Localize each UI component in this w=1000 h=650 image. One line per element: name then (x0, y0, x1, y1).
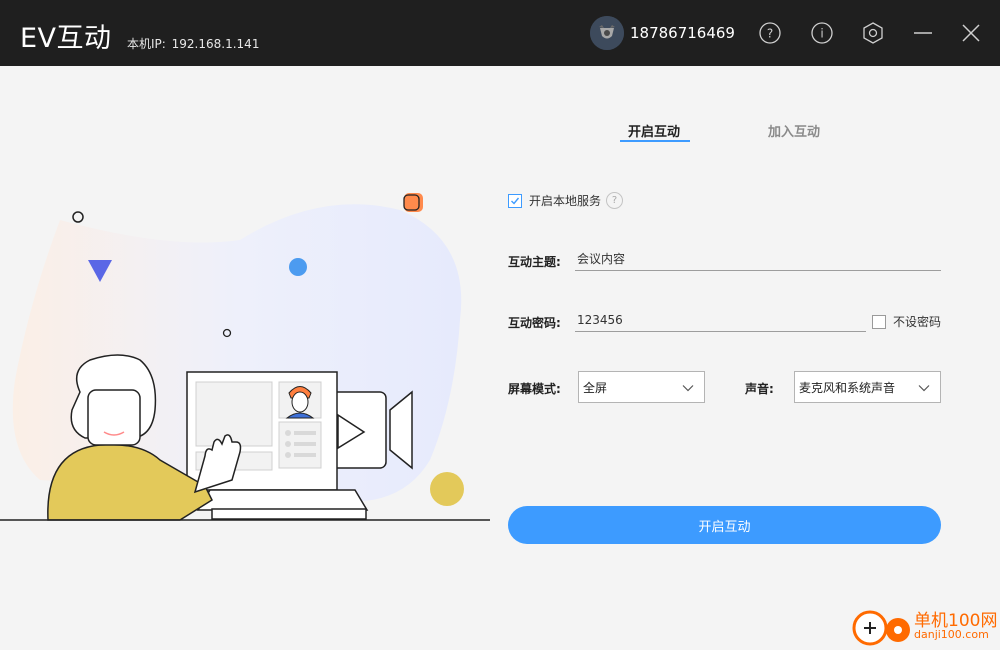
local-service-checkbox[interactable] (508, 193, 522, 208)
watermark-logo-icon (852, 610, 910, 646)
decor-dot-icon (289, 258, 307, 276)
minimize-button[interactable] (910, 20, 936, 46)
password-label: 互动密码: (508, 316, 561, 330)
app-title: EV互动 (20, 23, 112, 54)
close-icon (962, 24, 980, 42)
no-password-row: 不设密码 (872, 313, 941, 330)
settings-button[interactable] (860, 20, 886, 46)
sound-value: 麦克风和系统声音 (799, 380, 896, 395)
avatar[interactable] (590, 16, 624, 50)
decor-yellow-dot-icon (430, 472, 464, 506)
sound-select[interactable]: 麦克风和系统声音 (794, 371, 941, 403)
tab-start-interaction[interactable]: 开启互动 (628, 121, 680, 140)
close-button[interactable] (958, 20, 984, 46)
decor-ring-icon (72, 211, 84, 223)
local-ip: 本机IP: 192.168.1.141 (127, 35, 259, 52)
help-button[interactable]: ? (757, 20, 783, 46)
chevron-down-icon (682, 385, 694, 392)
topic-label: 互动主题: (508, 255, 561, 269)
ip-value: 192.168.1.141 (171, 37, 260, 51)
screen-mode-select[interactable]: 全屏 (578, 371, 705, 403)
screen-mode-label: 屏幕模式: (508, 382, 561, 396)
help-glyph: ? (767, 27, 773, 41)
start-interaction-button[interactable]: 开启互动 (508, 506, 941, 544)
no-password-checkbox[interactable] (872, 314, 886, 329)
info-button[interactable]: i (809, 20, 835, 46)
checkmark-icon (511, 197, 520, 205)
ip-label: 本机IP: (127, 37, 166, 51)
decor-square-icon (404, 193, 423, 212)
info-icon: i (811, 22, 833, 44)
help-icon: ? (759, 22, 781, 44)
topic-input[interactable] (575, 251, 941, 271)
screen-mode-value: 全屏 (583, 380, 608, 395)
help-icon[interactable]: ? (606, 192, 624, 209)
chevron-down-icon (918, 385, 930, 392)
settings-icon (863, 22, 883, 44)
title-bar: EV互动 本机IP: 192.168.1.141 18786716469 ? i (0, 0, 1000, 66)
local-service-label: 开启本地服务 (529, 194, 602, 208)
video-camera-icon (329, 390, 413, 470)
user-avatar-icon (590, 16, 624, 50)
tab-join-interaction[interactable]: 加入互动 (768, 121, 820, 140)
active-tab-indicator (620, 140, 690, 142)
no-password-label: 不设密码 (893, 315, 942, 329)
local-service-row: 开启本地服务 ? (508, 192, 624, 209)
welcome-illustration (0, 193, 490, 521)
password-input[interactable] (575, 312, 866, 332)
account-phone[interactable]: 18786716469 (630, 24, 735, 42)
info-glyph: i (820, 27, 823, 41)
minimize-icon (914, 32, 932, 34)
watermark-url: danji100.com (914, 628, 989, 641)
sound-label: 声音: (745, 382, 774, 396)
